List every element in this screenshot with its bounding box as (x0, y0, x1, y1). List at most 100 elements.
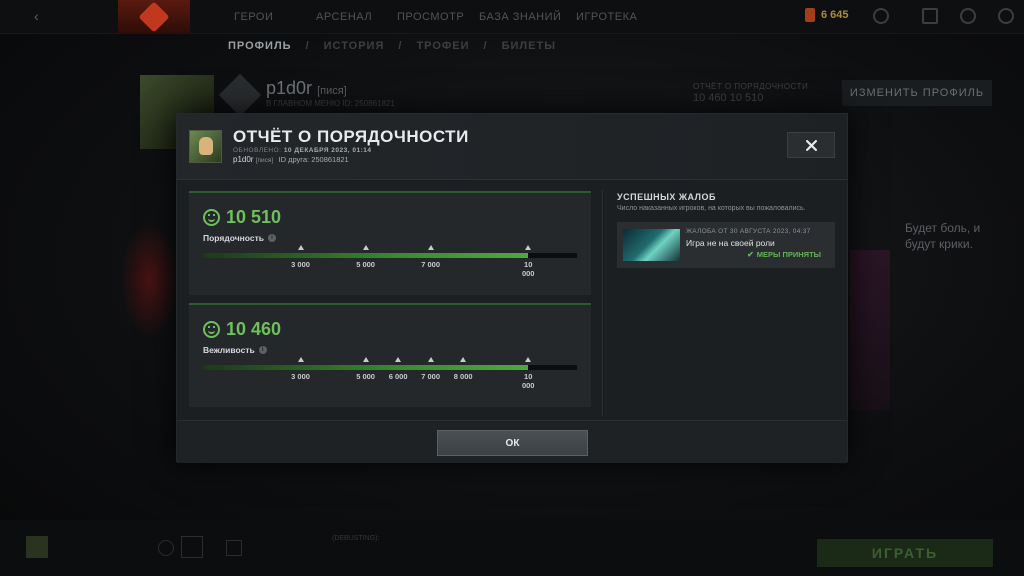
subnav-separator: / (398, 40, 403, 52)
report-reason: Игра не на своей роли (686, 238, 775, 248)
chat-label: (DEBUSTING): (332, 535, 380, 542)
friend-id: ID друга: 250861821 (278, 155, 349, 164)
politeness-label-text: Вежливость (203, 345, 255, 355)
nav-watch[interactable]: ПРОСМОТР (397, 11, 464, 23)
report-date: ЖАЛОБА ОТ 30 АВГУСТА 2023, 04:37 (686, 228, 811, 235)
conduct-score-row: 10 510 (203, 207, 281, 228)
profile-report-label: ОТЧЁТ О ПОРЯДОЧНОСТИ (693, 82, 809, 91)
ok-button[interactable]: ОК (437, 430, 588, 456)
reports-subtitle: Число наказанных игроков, на которых вы … (617, 205, 806, 212)
hero-thumbnail (623, 229, 680, 261)
user-info: p1d0r [пися] ID друга: 250861821 (233, 155, 349, 164)
gold-amount: 6 645 (821, 9, 849, 21)
updated-value: 10 ДЕКАБРЯ 2023, 01:14 (283, 147, 372, 154)
gold-icon (805, 8, 815, 22)
power-icon[interactable] (998, 8, 1014, 24)
profile-id: ID: 250861821 (342, 99, 395, 108)
dialog-footer: ОК (177, 420, 847, 463)
updated-timestamp: ОБНОВЛЕНО: 10 ДЕКАБРЯ 2023, 01:14 (233, 147, 372, 154)
report-item[interactable]: ЖАЛОБА ОТ 30 АВГУСТА 2023, 04:37 Игра не… (617, 222, 835, 268)
party-avatar[interactable] (26, 536, 48, 558)
battery-icon[interactable] (922, 8, 938, 24)
conduct-score: 10 510 (226, 207, 282, 227)
politeness-tick-label: 8 000 (453, 372, 473, 381)
subnav-separator: / (483, 40, 488, 52)
friends-icon[interactable] (158, 540, 174, 556)
dialog-title: ОТЧЁТ О ПОРЯДОЧНОСТИ (233, 127, 469, 146)
user-avatar (189, 130, 222, 163)
settings-icon[interactable] (960, 8, 976, 24)
reports-title: УСПЕШНЫХ ЖАЛОБ (617, 192, 716, 202)
profile-name: p1d0r [пися] (266, 78, 347, 99)
nav-arsenal[interactable]: АРСЕНАЛ (316, 11, 372, 23)
politeness-tick-4: 8 000 (443, 357, 483, 381)
hero-background-right (850, 250, 890, 410)
close-button[interactable] (787, 132, 835, 158)
back-arrow-icon[interactable]: ‹ (34, 8, 39, 24)
politeness-tick-0: 3 000 (281, 357, 321, 381)
info-icon[interactable]: i (258, 346, 267, 354)
subnav-tickets[interactable]: БИЛЕТЫ (502, 40, 556, 52)
rank-icon (218, 73, 262, 117)
hero-background (120, 220, 180, 340)
politeness-score-row: 10 460 (203, 319, 281, 340)
smiley-icon (203, 321, 220, 338)
conduct-tick-2: 7 000 (411, 245, 451, 269)
updated-label: ОБНОВЛЕНО: (233, 147, 282, 154)
politeness-tick-label: 10 000 (521, 372, 535, 390)
conduct-tick-1: 5 000 (346, 245, 386, 269)
profile-subnav: ПРОФИЛЬ / ИСТОРИЯ / ТРОФЕИ / БИЛЕТЫ (228, 40, 556, 52)
subnav-separator: / (305, 40, 310, 52)
gold-counter: 6 645 (805, 8, 849, 22)
conduct-tick-label: 5 000 (356, 260, 375, 269)
profile-tag: [пися] (317, 85, 347, 97)
conduct-label-text: Порядочность (203, 233, 264, 243)
chat-preview[interactable]: (DEBUSTING): (332, 534, 612, 544)
dialog-header: ОТЧЁТ О ПОРЯДОЧНОСТИ ОБНОВЛЕНО: 10 ДЕКАБ… (177, 114, 847, 180)
conduct-tick-0: 3 000 (281, 245, 321, 269)
username: p1d0r (233, 155, 254, 164)
politeness-label: Вежливость i (203, 345, 267, 355)
app-window: ‹ ГЕРОИ АРСЕНАЛ ПРОСМОТР БАЗА ЗНАНИЙ ИГР… (0, 0, 1024, 576)
profile-report-values: 10 460 10 510 (693, 92, 764, 104)
top-navigation: ‹ ГЕРОИ АРСЕНАЛ ПРОСМОТР БАЗА ЗНАНИЙ ИГР… (0, 0, 1024, 34)
subnav-profile[interactable]: ПРОФИЛЬ (228, 40, 292, 52)
conduct-tick-label: 10 000 (521, 260, 535, 278)
conduct-tick-label: 3 000 (291, 260, 310, 269)
dota-logo[interactable] (118, 0, 190, 34)
conduct-report-dialog: ОТЧЁТ О ПОРЯДОЧНОСТИ ОБНОВЛЕНО: 10 ДЕКАБ… (176, 113, 848, 463)
check-icon: ✔ (747, 250, 754, 259)
profile-status-text: В ГЛАВНОМ МЕНЮ (266, 99, 341, 108)
bottom-bar: (DEBUSTING): ИГРАТЬ (0, 520, 1024, 576)
chat-channel-icon[interactable] (181, 536, 203, 558)
smiley-icon (203, 209, 220, 226)
info-icon[interactable]: i (267, 234, 276, 242)
subnav-trophies[interactable]: ТРОФЕИ (416, 40, 469, 52)
report-status: ✔ МЕРЫ ПРИНЯТЫ (747, 250, 821, 259)
close-icon (805, 139, 817, 151)
conduct-card: 10 510 Порядочность i 3 000 5 000 7 000 10 0… (189, 191, 591, 295)
nav-heroes[interactable]: ГЕРОИ (234, 11, 273, 23)
level-icon[interactable] (873, 8, 889, 24)
edit-profile-button[interactable]: ИЗМЕНИТЬ ПРОФИЛЬ (842, 80, 992, 106)
politeness-score: 10 460 (226, 319, 282, 339)
politeness-card: 10 460 Вежливость i 3 000 5 000 6 000 7 000… (189, 303, 591, 407)
conduct-label: Порядочность i (203, 233, 276, 243)
logo-icon (138, 1, 170, 33)
conduct-tick-3: 10 000 (508, 245, 548, 278)
play-button[interactable]: ИГРАТЬ (817, 539, 993, 567)
column-divider (602, 190, 603, 416)
report-status-text: МЕРЫ ПРИНЯТЫ (756, 250, 821, 259)
subnav-history[interactable]: ИСТОРИЯ (324, 40, 385, 52)
politeness-tick-5: 10 000 (508, 357, 548, 390)
nav-knowledge-base[interactable]: БАЗА ЗНАНИЙ (479, 11, 561, 23)
dialog-body: 10 510 Порядочность i 3 000 5 000 7 000 10 0… (177, 180, 847, 420)
user-tag: [пися] (255, 157, 274, 164)
conduct-tick-label: 7 000 (421, 260, 441, 269)
nav-arcade[interactable]: ИГРОТЕКА (576, 11, 637, 23)
inventory-icon[interactable] (226, 540, 242, 556)
profile-name-text: p1d0r (266, 78, 313, 98)
profile-quote: Будет боль, и будут крики. (905, 221, 981, 251)
profile-status: В ГЛАВНОМ МЕНЮ ID: 250861821 (266, 99, 395, 108)
politeness-tick-label: 3 000 (291, 372, 310, 381)
